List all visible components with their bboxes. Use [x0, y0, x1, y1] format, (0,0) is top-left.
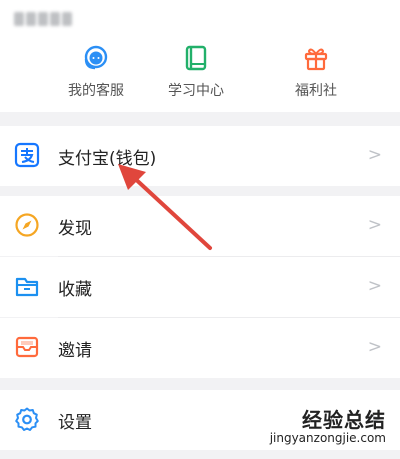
chevron-right-icon: >	[367, 145, 382, 165]
menu-item-invite[interactable]: 邀请 >	[0, 318, 400, 378]
watermark-url: jingyanzongjie.com	[269, 431, 386, 445]
quick-action-label: 福利社	[295, 83, 337, 99]
alipay-icon	[14, 142, 40, 168]
menu-item-favorites[interactable]: 收藏 >	[0, 257, 400, 317]
user-name-blurred	[14, 8, 80, 30]
chevron-right-icon: >	[367, 215, 382, 235]
gear-icon	[15, 407, 39, 431]
folder-icon	[15, 277, 39, 297]
quick-actions: 我的客服 学习中心 福利社	[0, 44, 400, 108]
menu-item-label: 发现	[58, 219, 92, 239]
chevron-right-icon: >	[367, 276, 382, 296]
study-book-icon	[185, 45, 207, 71]
menu-item-label: 收藏	[58, 280, 92, 300]
quick-action-label: 学习中心	[168, 83, 224, 99]
quick-action-welfare[interactable]: 福利社	[256, 44, 376, 108]
quick-action-study-center[interactable]: 学习中心	[136, 44, 256, 108]
invite-envelope-icon	[15, 336, 39, 358]
gift-icon	[304, 48, 328, 71]
menu-item-label: 设置	[58, 413, 92, 433]
menu-item-label: 邀请	[58, 341, 92, 361]
chevron-right-icon: >	[367, 337, 382, 357]
watermark: 经验总结 jingyanzongjie.com	[270, 404, 386, 445]
annotation-arrow	[118, 164, 212, 250]
watermark-title: 经验总结	[302, 408, 386, 432]
top-panel: 我的客服 学习中心 福利社	[0, 0, 400, 112]
customer-service-icon	[84, 45, 108, 70]
compass-icon	[15, 213, 39, 237]
